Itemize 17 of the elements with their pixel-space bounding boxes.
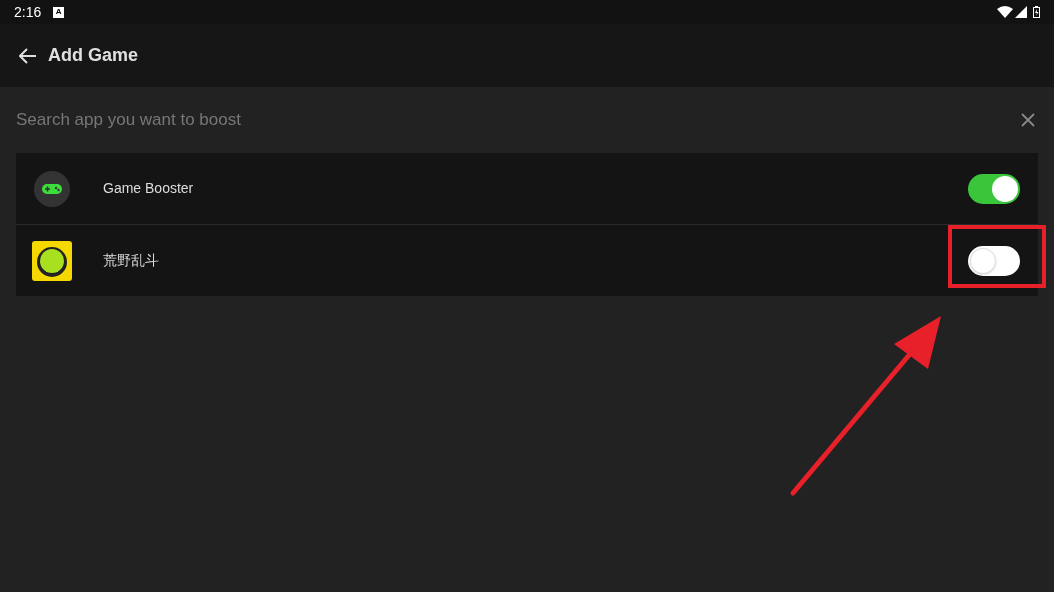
battery-icon [1033, 6, 1040, 18]
toggle-switch[interactable] [968, 173, 1020, 204]
toggle-switch[interactable] [968, 245, 1020, 276]
signal-icon [1015, 6, 1027, 18]
clear-button[interactable] [1020, 112, 1036, 128]
page-title: Add Game [48, 44, 139, 67]
close-icon [1021, 113, 1035, 127]
search-field[interactable]: Search app you want to boost [16, 107, 1020, 133]
wifi-icon [997, 6, 1013, 18]
app-name: Game Booster [103, 179, 195, 198]
app-icon [32, 240, 72, 281]
back-button[interactable] [18, 45, 38, 66]
back-arrow-icon [19, 47, 37, 64]
app-name: 荒野乱斗 [103, 251, 160, 270]
gamepad-icon [34, 170, 70, 207]
status-time: 2:16 [14, 2, 42, 22]
notification-icon: A [53, 6, 65, 18]
